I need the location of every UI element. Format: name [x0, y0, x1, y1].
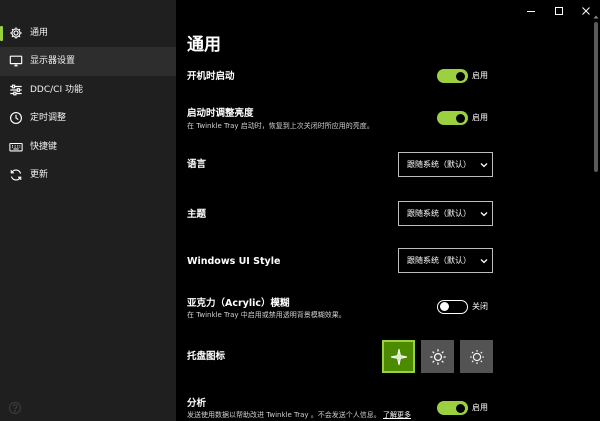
maximize-button[interactable] — [549, 4, 569, 18]
sidebar-item-schedule[interactable]: 定时调整 — [0, 104, 176, 133]
startup-toggle[interactable] — [437, 69, 468, 83]
brightness-on-start-toggle-label: 启用 — [472, 113, 488, 122]
sidebar-item-display[interactable]: 显示器设置 — [0, 47, 176, 76]
sun-icon — [429, 348, 446, 365]
page-title: 通用 — [187, 35, 221, 55]
sidebar-item-label: DDC/CI 功能 — [30, 85, 83, 95]
ui-style-label: Windows UI Style — [187, 256, 281, 267]
sun-outline-icon — [469, 349, 484, 364]
theme-label: 主题 — [187, 209, 207, 220]
acrylic-toggle[interactable] — [437, 300, 468, 314]
sidebar-item-label: 通用 — [30, 28, 49, 38]
active-indicator — [0, 26, 3, 41]
brightness-on-start-desc: 在 Twinkle Tray 启动时，恢复到上次关闭时所应用的亮度。 — [187, 122, 374, 130]
sidebar-item-label: 定时调整 — [30, 113, 67, 123]
chevron-down-icon — [480, 212, 488, 217]
scroll-up-icon[interactable] — [593, 14, 599, 20]
acrylic-toggle-label: 关闭 — [472, 302, 488, 311]
language-select-value: 跟随系统（默认） — [407, 160, 471, 169]
tray-icon-option-sun[interactable] — [421, 340, 454, 373]
analytics-label: 分析 — [187, 398, 207, 409]
theme-select[interactable]: 跟随系统（默认） — [398, 201, 493, 226]
refresh-icon — [9, 168, 23, 182]
startup-label: 开机时启动 — [187, 71, 235, 82]
sidebar-item-label: 更新 — [30, 170, 49, 180]
sidebar-item-general[interactable]: 通用 — [0, 19, 176, 48]
sidebar-item-updates[interactable]: 更新 — [0, 161, 176, 190]
keyboard-icon — [9, 140, 23, 154]
ui-style-select[interactable]: 跟随系统（默认） — [398, 248, 493, 273]
sidebar-item-label: 显示器设置 — [30, 56, 76, 66]
chevron-down-icon — [480, 259, 488, 264]
brightness-on-start-label: 启动时调整亮度 — [187, 108, 254, 119]
question-circle-icon[interactable] — [8, 400, 22, 415]
brightness-on-start-toggle[interactable] — [437, 111, 468, 125]
clock-icon — [9, 111, 23, 125]
tray-icon-option-sparkle[interactable] — [382, 340, 415, 373]
acrylic-label: 亚克力（Acrylic）模糊 — [187, 298, 290, 309]
learn-more-link[interactable]: 了解更多 — [383, 411, 411, 419]
startup-toggle-label: 启用 — [472, 71, 488, 80]
analytics-toggle[interactable] — [437, 401, 468, 415]
analytics-desc: 发送使用数据以帮助改进 Twinkle Tray 。不会发送个人信息。 了解更多 — [187, 410, 411, 420]
acrylic-desc: 在 Twinkle Tray 中启用或禁用透明背景模糊效果。 — [187, 311, 346, 319]
analytics-toggle-label: 启用 — [472, 403, 488, 412]
minimize-button[interactable] — [521, 4, 541, 18]
analytics-desc-text: 发送使用数据以帮助改进 Twinkle Tray 。不会发送个人信息。 — [187, 411, 381, 419]
tray-icon-option-sun-outline[interactable] — [460, 340, 493, 373]
scrollbar-thumb[interactable] — [594, 22, 598, 172]
sparkle-icon — [390, 348, 407, 365]
sidebar: 通用 显示器设置 DDC/CI 功能 定时调整 快捷键 更新 — [0, 0, 176, 421]
monitor-icon — [9, 54, 23, 68]
close-icon — [582, 7, 590, 15]
gear-icon — [9, 26, 23, 40]
tray-icon-label: 托盘图标 — [187, 351, 226, 362]
language-select[interactable]: 跟随系统（默认） — [398, 152, 493, 177]
maximize-icon — [555, 7, 563, 15]
chevron-down-icon — [480, 163, 488, 168]
sidebar-item-label: 快捷键 — [30, 142, 58, 152]
ui-style-select-value: 跟随系统（默认） — [407, 256, 471, 265]
language-label: 语言 — [187, 159, 207, 170]
sidebar-item-hotkeys[interactable]: 快捷键 — [0, 133, 176, 162]
minimize-icon — [527, 11, 535, 12]
sliders-icon — [9, 83, 23, 97]
sidebar-item-ddcci[interactable]: DDC/CI 功能 — [0, 76, 176, 105]
theme-select-value: 跟随系统（默认） — [407, 209, 471, 218]
